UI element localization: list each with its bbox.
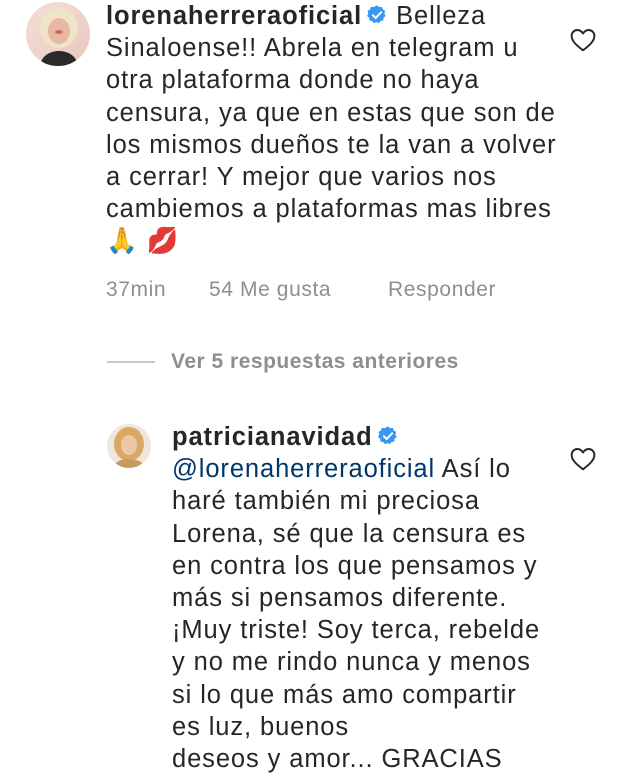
verified-badge-icon — [377, 426, 397, 445]
avatar-image — [26, 2, 90, 66]
username[interactable]: patricianavidad — [172, 423, 373, 451]
comment-time: 37min — [106, 278, 167, 301]
mention-link[interactable]: @lorenaherreraoficial — [172, 455, 435, 483]
avatar[interactable] — [26, 2, 90, 66]
comment-text-cutoff: deseos y amor... GRACIAS — [172, 745, 503, 774]
comment-patricianavidad: patricianavidad @lorenaherreraoficial As… — [0, 415, 640, 781]
username[interactable]: lorenaherreraoficial — [106, 2, 362, 30]
comment-body: lorenaherreraoficial Belleza Sinaloense!!… — [106, 0, 566, 258]
avatar-image — [107, 424, 151, 468]
verified-badge-icon — [367, 5, 386, 24]
likes-count[interactable]: 54 Me gusta — [209, 278, 331, 302]
comment-lorenaherreraoficial: lorenaherreraoficial Belleza Sinaloense!!… — [0, 0, 640, 330]
comment-text: Así lo haré también mi preciosa Lorena, … — [172, 455, 541, 741]
comment-text: Belleza Sinaloense!! Abrela en telegram … — [106, 2, 557, 256]
view-previous-replies-button[interactable]: Ver 5 respuestas anteriores — [107, 347, 459, 377]
divider-line — [107, 361, 155, 363]
comment-body: patricianavidad @lorenaherreraoficial As… — [172, 421, 544, 775]
heart-outline-icon[interactable] — [570, 447, 596, 471]
reply-button[interactable]: Responder — [388, 278, 496, 302]
heart-outline-icon[interactable] — [570, 28, 596, 52]
avatar[interactable] — [107, 424, 151, 468]
view-replies-label: Ver 5 respuestas anteriores — [171, 350, 459, 373]
